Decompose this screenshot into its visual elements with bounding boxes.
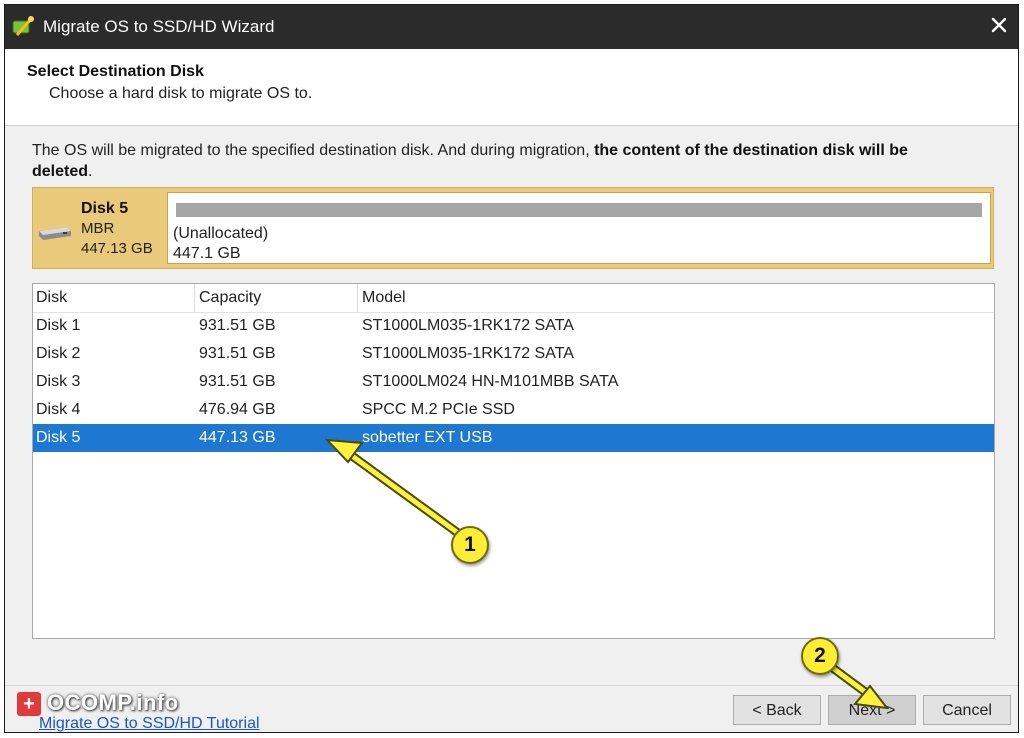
cell-capacity: 931.51 GB [199, 317, 276, 334]
wizard-app-icon [12, 16, 34, 36]
back-button[interactable]: < Back [733, 695, 821, 725]
plus-icon: + [17, 692, 41, 716]
wizard-header: Select Destination Disk Choose a hard di… [5, 49, 1018, 126]
notice-end: . [88, 163, 93, 180]
column-header-capacity[interactable]: Capacity [199, 289, 261, 307]
disk-size: 447.13 GB [81, 240, 153, 257]
table-row[interactable]: Disk 3 931.51 GB ST1000LM024 HN-M101MBB … [33, 368, 994, 396]
cell-model: ST1000LM035-1RK172 SATA [362, 345, 574, 362]
cell-capacity: 476.94 GB [199, 401, 276, 418]
table-row[interactable]: Disk 4 476.94 GB SPCC M.2 PCIe SSD [33, 396, 994, 424]
cell-disk: Disk 1 [36, 317, 81, 334]
step-marker-1: 1 [451, 526, 489, 564]
cancel-button[interactable]: Cancel [923, 695, 1011, 725]
close-icon[interactable] [988, 14, 1010, 36]
page-title: Select Destination Disk [27, 63, 204, 80]
table-header: Disk Capacity Model [33, 284, 994, 313]
cell-model: SPCC M.2 PCIe SSD [362, 401, 515, 418]
cell-disk: Disk 5 [36, 429, 81, 446]
cell-disk: Disk 2 [36, 345, 81, 362]
column-header-disk[interactable]: Disk [36, 289, 67, 307]
page-subtitle: Choose a hard disk to migrate OS to. [49, 85, 313, 102]
partition-label: (Unallocated) [173, 225, 269, 242]
cell-capacity: 447.13 GB [199, 429, 276, 446]
table-row[interactable]: Disk 2 931.51 GB ST1000LM035-1RK172 SATA [33, 340, 994, 368]
wizard-window: Migrate OS to SSD/HD Wizard Select Desti… [4, 4, 1019, 733]
column-header-model[interactable]: Model [362, 289, 406, 307]
unallocated-partition[interactable]: (Unallocated) 447.1 GB [167, 192, 991, 264]
watermark-text: OCOMP.info [47, 690, 179, 715]
cell-capacity: 931.51 GB [199, 373, 276, 390]
column-divider[interactable] [194, 284, 195, 312]
column-divider[interactable] [357, 284, 358, 312]
title-bar: Migrate OS to SSD/HD Wizard [5, 5, 1018, 49]
migration-notice: The OS will be migrated to the specified… [32, 140, 972, 182]
table-row-selected[interactable]: Disk 5 447.13 GB sobetter EXT USB [33, 424, 994, 452]
selected-disk-card[interactable]: Disk 5 MBR 447.13 GB (Unallocated) 447.1… [32, 187, 994, 269]
hard-drive-icon [39, 227, 71, 240]
wizard-content: The OS will be migrated to the specified… [5, 126, 1018, 732]
cell-model: ST1000LM035-1RK172 SATA [362, 317, 574, 334]
disk-table: Disk Capacity Model Disk 1 931.51 GB ST1… [32, 283, 995, 639]
notice-text: The OS will be migrated to the specified… [32, 142, 595, 159]
cell-disk: Disk 4 [36, 401, 81, 418]
cell-capacity: 931.51 GB [199, 345, 276, 362]
window-title: Migrate OS to SSD/HD Wizard [43, 17, 275, 36]
table-row[interactable]: Disk 1 931.51 GB ST1000LM035-1RK172 SATA [33, 312, 994, 340]
disk-name: Disk 5 [81, 200, 129, 217]
tutorial-link[interactable]: Migrate OS to SSD/HD Tutorial [39, 715, 260, 732]
partition-size: 447.1 GB [173, 245, 241, 262]
disk-partition-style: MBR [81, 220, 115, 237]
footer-divider [5, 685, 1018, 686]
partition-usage-bar [176, 203, 982, 217]
step-marker-2: 2 [801, 637, 839, 675]
cell-model: ST1000LM024 HN-M101MBB SATA [362, 373, 619, 390]
cell-model: sobetter EXT USB [362, 429, 493, 446]
cell-disk: Disk 3 [36, 373, 81, 390]
next-button[interactable]: Next > [828, 695, 916, 725]
